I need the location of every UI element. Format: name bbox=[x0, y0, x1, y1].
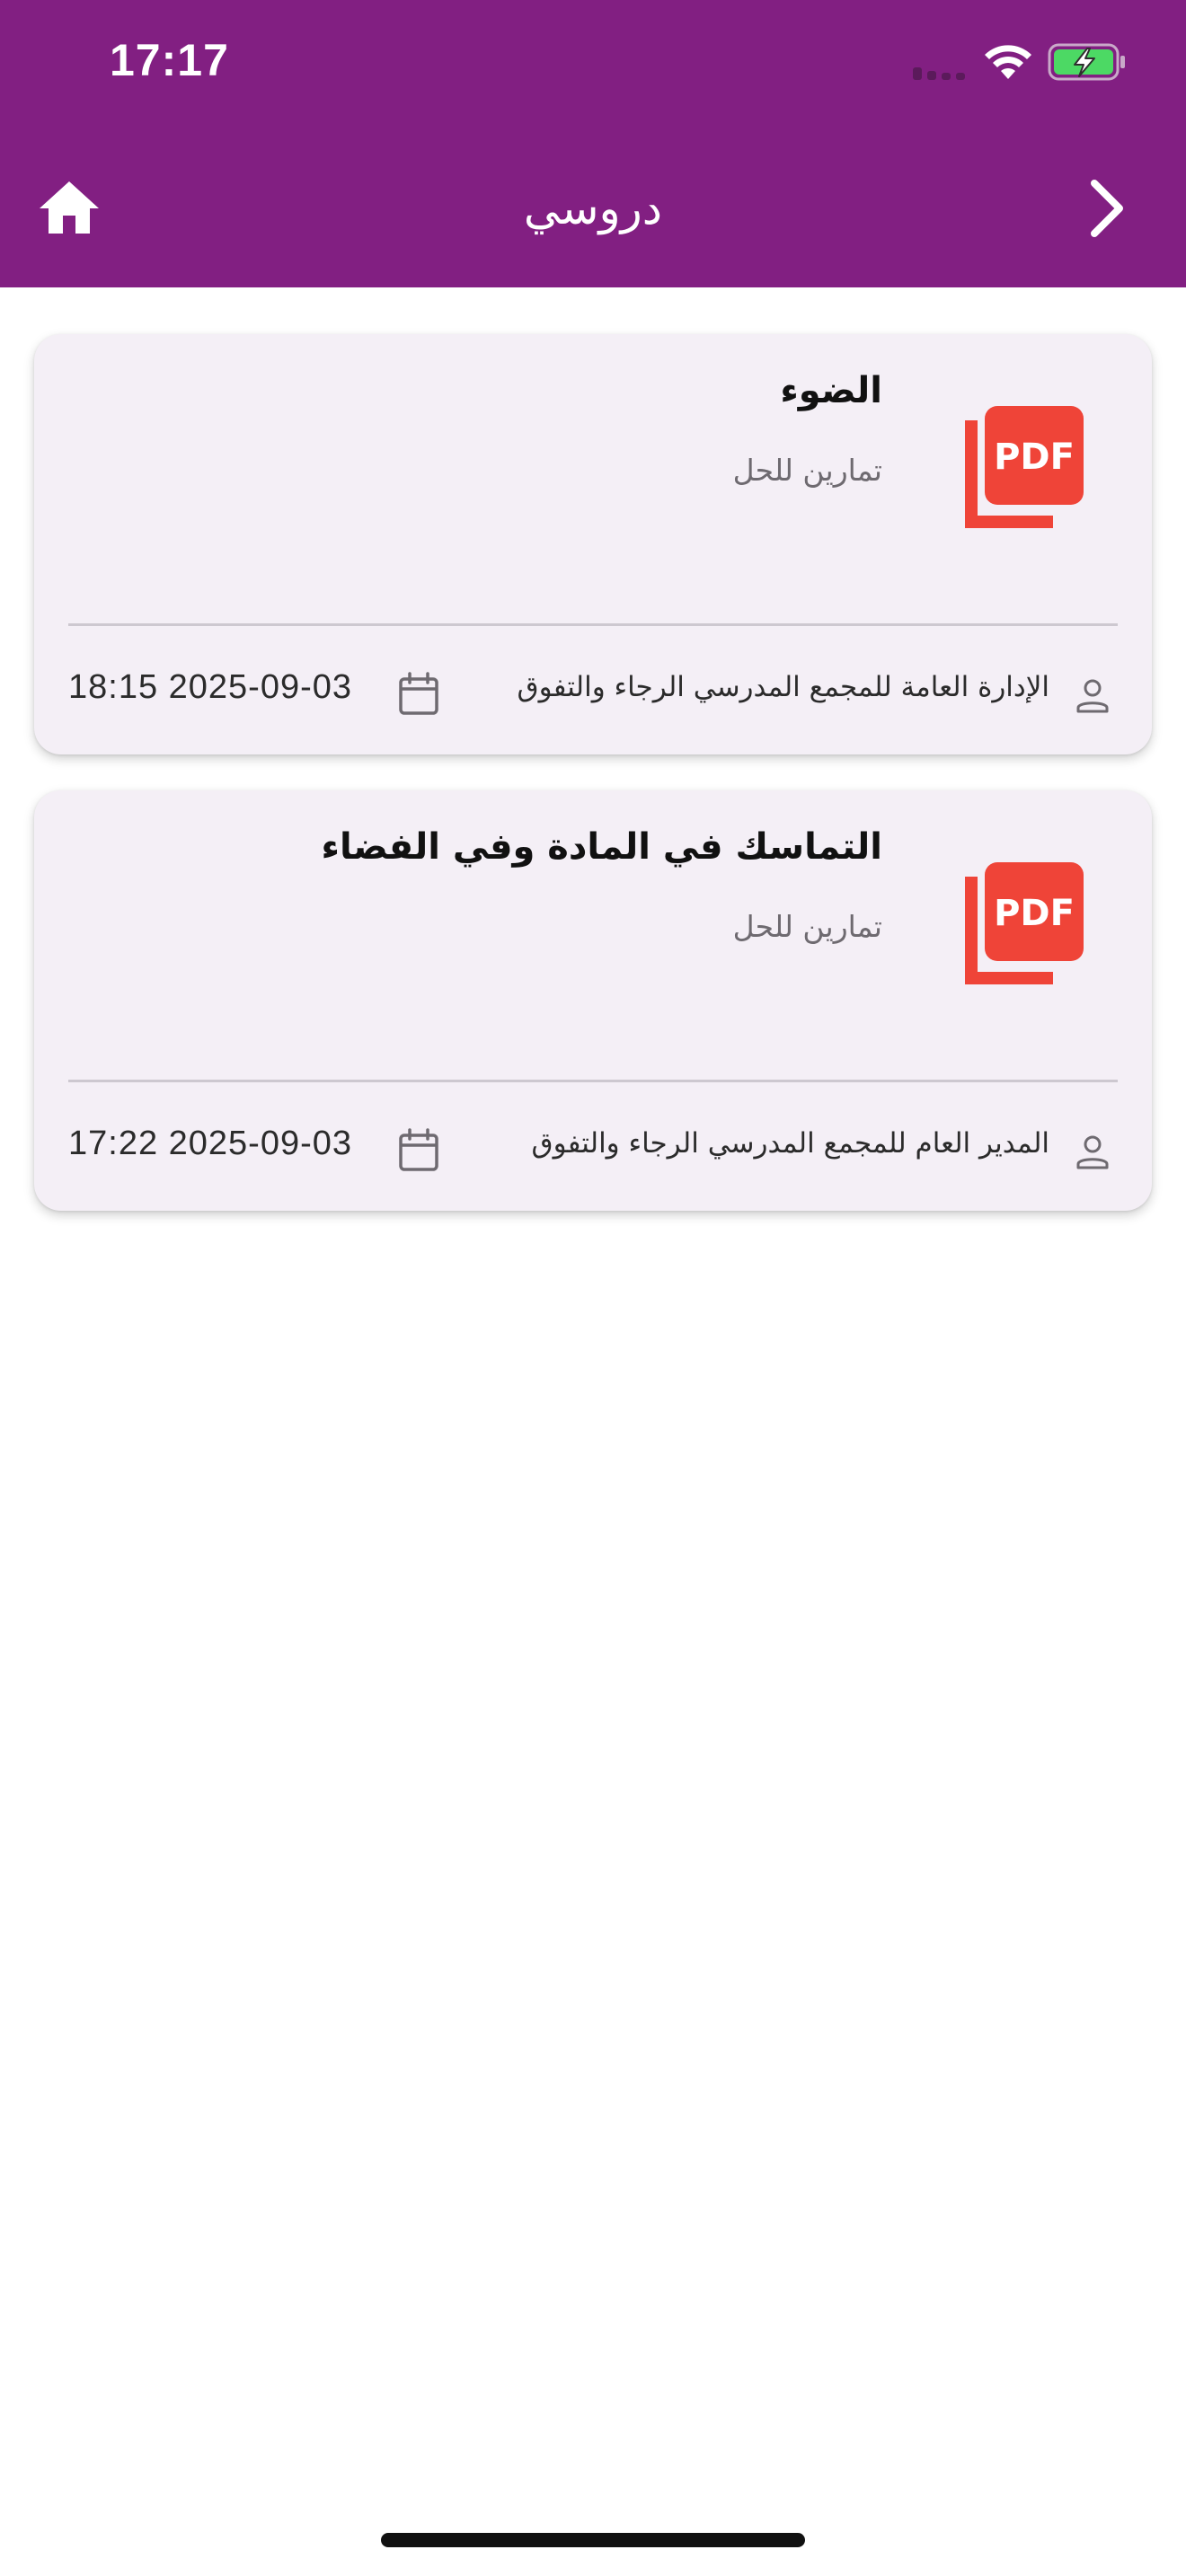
battery-charging-icon bbox=[1048, 43, 1125, 81]
lesson-datetime: 17:22 2025-09-03 bbox=[68, 1125, 353, 1162]
divider bbox=[68, 623, 1118, 626]
lesson-card[interactable]: PDF الضوء تمارين للحل الإدارة العامة للم… bbox=[34, 334, 1152, 754]
lesson-subtitle: تمارين للحل bbox=[732, 909, 882, 944]
wifi-icon bbox=[985, 45, 1031, 79]
page-title: دروسي bbox=[523, 182, 663, 234]
svg-text:PDF: PDF bbox=[994, 893, 1075, 934]
lesson-author: الإدارة العامة للمجمع المدرسي الرجاء وال… bbox=[517, 671, 1049, 703]
chevron-right-icon bbox=[1091, 180, 1123, 237]
home-button[interactable] bbox=[36, 176, 102, 239]
calendar-icon bbox=[399, 1128, 438, 1171]
svg-text:PDF: PDF bbox=[994, 437, 1075, 478]
calendar-icon bbox=[399, 672, 438, 715]
lesson-title: الضوء bbox=[780, 370, 882, 411]
lesson-datetime: 18:15 2025-09-03 bbox=[68, 668, 353, 706]
lesson-author: المدير العام للمجمع المدرسي الرجاء والتف… bbox=[531, 1127, 1049, 1160]
pdf-icon: PDF bbox=[965, 862, 1084, 984]
pdf-icon: PDF bbox=[965, 406, 1084, 528]
person-icon bbox=[1076, 1135, 1109, 1169]
home-indicator[interactable] bbox=[381, 2533, 805, 2547]
divider bbox=[68, 1080, 1118, 1082]
status-time: 17:17 bbox=[110, 35, 229, 85]
home-icon bbox=[40, 181, 99, 234]
lesson-card[interactable]: PDF التماسك في المادة وفي الفضاء تمارين … bbox=[34, 790, 1152, 1211]
person-icon bbox=[1076, 679, 1109, 713]
lesson-title: التماسك في المادة وفي الفضاء bbox=[321, 826, 882, 868]
cellular-signal-icon bbox=[913, 67, 965, 80]
forward-button[interactable] bbox=[1078, 176, 1136, 241]
lesson-subtitle: تمارين للحل bbox=[732, 453, 882, 488]
app-bar: 17:17 دروسي bbox=[0, 0, 1186, 287]
